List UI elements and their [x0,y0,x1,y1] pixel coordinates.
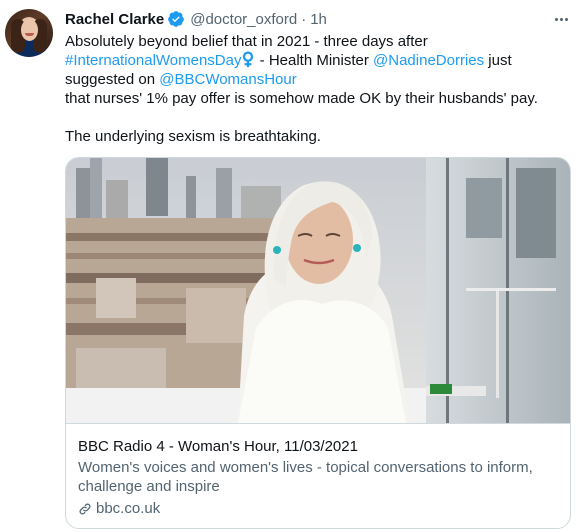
tweet-text-line: The underlying sexism is breathtaking. [65,128,321,145]
header-separator: · [301,10,307,28]
card-domain: bbc.co.uk [78,499,160,518]
tweet[interactable]: Rachel Clarke @doctor_oxford · 1h Absolu… [0,0,576,532]
card-domain-text: bbc.co.uk [96,500,161,517]
tweet-text-segment: - Health Minister [255,52,374,69]
card-photo [66,158,570,423]
female-sign-icon [243,51,254,68]
tweet-header: Rachel Clarke @doctor_oxford · 1h [65,9,327,29]
tweet-text: Absolutely beyond belief that in 2021 - … [65,32,565,146]
tweet-text-line: that nurses' 1% pay offer is somehow mad… [65,90,538,107]
more-options-icon[interactable] [550,9,572,29]
link-icon [79,503,91,514]
card-image[interactable] [66,158,570,423]
card-meta[interactable]: BBC Radio 4 - Woman's Hour, 11/03/2021 W… [66,423,570,528]
author-handle[interactable]: @doctor_oxford [190,11,297,28]
mention-link[interactable]: @NadineDorries [373,52,484,69]
hashtag-link[interactable]: #InternationalWomensDay [65,52,241,69]
verified-badge-icon [168,11,185,27]
mention-link[interactable]: @BBCWomansHour [159,71,297,88]
card-title[interactable]: BBC Radio 4 - Woman's Hour, 11/03/2021 [78,437,358,456]
card-description: Women's voices and women's lives - topic… [78,459,533,495]
avatar[interactable] [5,9,53,57]
tweet-text-line: #InternationalWomensDay - Health Ministe… [65,51,565,89]
tweet-text-line: Absolutely beyond belief that in 2021 - … [65,33,428,50]
author-name[interactable]: Rachel Clarke [65,11,164,28]
link-preview-card[interactable]: BBC Radio 4 - Woman's Hour, 11/03/2021 W… [65,157,571,529]
tweet-timestamp[interactable]: 1h [310,11,327,28]
